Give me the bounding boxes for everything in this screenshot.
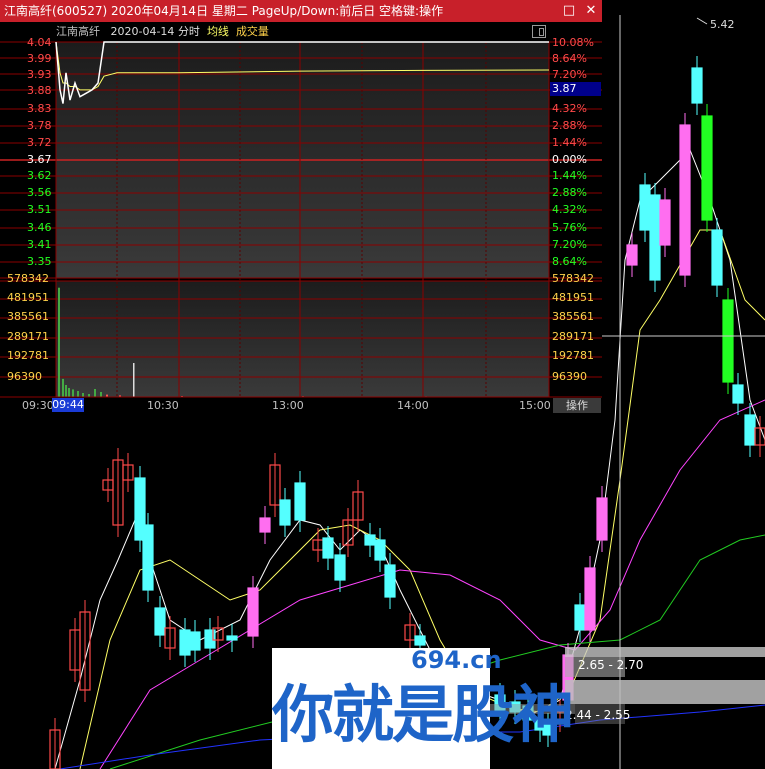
ops-button[interactable]: 操作 bbox=[553, 398, 601, 413]
pct-axis-label: 4.32% bbox=[552, 203, 587, 216]
candle bbox=[722, 299, 734, 383]
pct-axis-label: 4.32% bbox=[552, 102, 587, 115]
volume-axis-label: 385561 bbox=[552, 310, 594, 323]
volume-bar bbox=[82, 393, 84, 397]
volume-bar bbox=[77, 391, 79, 397]
price-axis-label: 3.35 bbox=[27, 255, 52, 268]
candle bbox=[679, 124, 691, 276]
volume-axis-label: 289171 bbox=[552, 330, 594, 343]
candle bbox=[659, 199, 671, 246]
price-axis-label: 3.93 bbox=[27, 68, 52, 81]
candle bbox=[154, 607, 166, 636]
candle bbox=[414, 635, 426, 646]
pct-axis-label: 7.20% bbox=[552, 238, 587, 251]
price-axis-label: 3.83 bbox=[27, 102, 52, 115]
range-label-lower: 2.44 - 2.55 bbox=[565, 708, 631, 722]
range-band-upper bbox=[565, 647, 765, 657]
watermark-site: 694.cn bbox=[411, 646, 502, 674]
volume-axis-label: 578342 bbox=[552, 272, 594, 285]
candle bbox=[626, 244, 638, 266]
pct-axis-label: 2.88% bbox=[552, 119, 587, 132]
candle bbox=[574, 604, 586, 631]
candle bbox=[334, 554, 346, 581]
time-axis-label: 13:00 bbox=[272, 399, 304, 412]
price-axis-label: 3.67 bbox=[27, 153, 52, 166]
candle bbox=[639, 184, 651, 231]
range-band-lower bbox=[565, 680, 765, 704]
pct-axis-label: 7.20% bbox=[552, 68, 587, 81]
candle bbox=[691, 67, 703, 104]
price-axis-label: 3.88 bbox=[27, 84, 52, 97]
watermark-slogan: 你就是股神 bbox=[272, 678, 574, 751]
volume-axis-label: 481951 bbox=[552, 291, 594, 304]
pct-axis-label: 8.64% bbox=[552, 52, 587, 65]
candle bbox=[649, 194, 661, 281]
price-axis-label: 3.46 bbox=[27, 221, 52, 234]
candle bbox=[384, 564, 396, 598]
price-axis-label: 3.51 bbox=[27, 203, 52, 216]
price-axis-label: 3.99 bbox=[27, 52, 52, 65]
candle bbox=[596, 497, 608, 541]
price-axis-label: 3.41 bbox=[27, 238, 52, 251]
pct-axis-label: 1.44% bbox=[552, 169, 587, 182]
volume-axis-label: 481951 bbox=[7, 291, 49, 304]
price-axis-label: 3.72 bbox=[27, 136, 52, 149]
intraday-popup[interactable]: 江南高纤(600527) 2020年04月14日 星期二 PageUp/Down… bbox=[0, 0, 602, 415]
volume-axis-label: 578342 bbox=[7, 272, 49, 285]
pct-axis-label: 1.44% bbox=[552, 136, 587, 149]
candle bbox=[279, 499, 291, 526]
candle bbox=[322, 537, 334, 559]
current-price-tag: 3.87 bbox=[550, 82, 601, 96]
time-axis-label: 09:30 bbox=[22, 399, 54, 412]
volume-bar bbox=[133, 363, 135, 397]
candle bbox=[142, 524, 154, 591]
range-label-upper: 2.65 - 2.70 bbox=[578, 658, 644, 672]
high-marker-line bbox=[696, 17, 708, 25]
volume-bar bbox=[58, 287, 60, 397]
volume-bar bbox=[100, 392, 102, 397]
candle bbox=[189, 631, 201, 651]
volume-axis-label: 96390 bbox=[7, 370, 42, 383]
volume-bar bbox=[72, 389, 74, 397]
price-axis-label: 4.04 bbox=[27, 36, 52, 49]
volume-axis-label: 192781 bbox=[7, 349, 49, 362]
time-axis-label: 10:30 bbox=[147, 399, 179, 412]
candle bbox=[701, 115, 713, 221]
time-axis-label: 15:00 bbox=[519, 399, 551, 412]
volume-bar bbox=[68, 388, 70, 397]
volume-axis-label: 192781 bbox=[552, 349, 594, 362]
pct-axis-label: 2.88% bbox=[552, 186, 587, 199]
volume-axis-label: 96390 bbox=[552, 370, 587, 383]
candle bbox=[732, 384, 744, 404]
candle bbox=[584, 567, 596, 631]
candle bbox=[294, 482, 306, 521]
intraday-chart bbox=[0, 41, 602, 398]
candle bbox=[374, 539, 386, 561]
candle bbox=[226, 635, 238, 641]
volume-bar bbox=[62, 378, 64, 397]
pct-axis-label: 10.08% bbox=[552, 36, 594, 49]
candle bbox=[744, 414, 756, 446]
candle bbox=[259, 517, 271, 533]
candle bbox=[247, 587, 259, 637]
volume-bar bbox=[94, 389, 96, 397]
pct-axis-label: 5.76% bbox=[552, 221, 587, 234]
pct-axis-label: 8.64% bbox=[552, 255, 587, 268]
cursor-time-tag: 09:44 bbox=[52, 398, 84, 412]
pct-axis-label: 0.00% bbox=[552, 153, 587, 166]
volume-bar bbox=[65, 385, 67, 397]
price-axis-label: 3.56 bbox=[27, 186, 52, 199]
price-axis-label: 3.78 bbox=[27, 119, 52, 132]
candle bbox=[711, 229, 723, 286]
volume-axis-label: 289171 bbox=[7, 330, 49, 343]
volume-axis-label: 385561 bbox=[7, 310, 49, 323]
candle bbox=[364, 534, 376, 546]
high-price-label: 5.42 bbox=[710, 18, 735, 31]
price-axis-label: 3.62 bbox=[27, 169, 52, 182]
candle bbox=[179, 629, 191, 656]
volume-panel bbox=[56, 281, 549, 397]
time-axis-label: 14:00 bbox=[397, 399, 429, 412]
